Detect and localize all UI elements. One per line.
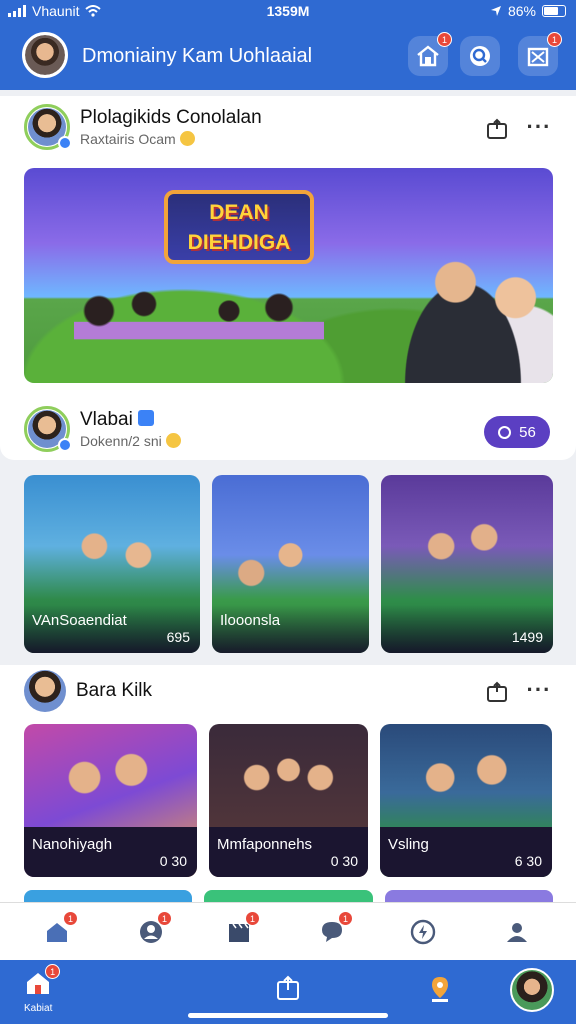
smiley-icon	[179, 131, 195, 146]
verified-icon	[137, 410, 154, 426]
smiley-icon	[165, 433, 181, 448]
status-right: 86%	[490, 3, 566, 19]
notification-badge: 1	[157, 911, 172, 926]
lightning-circle-icon	[410, 919, 436, 945]
sharer-meta: Dokenn/2 sni	[80, 433, 181, 449]
video-tile[interactable]: Nanohiyagh 0 30	[24, 724, 197, 877]
app-header: Vhaunit 1359M 86% Dmoniainy Kam Uohlaaia…	[0, 0, 576, 90]
post-banner-image[interactable]: DEAN DIEHDIGA	[24, 168, 553, 383]
post-meta: Raxtairis Ocam	[80, 131, 262, 147]
nav-groups[interactable]: 1	[134, 911, 172, 949]
location-arrow-icon	[490, 6, 501, 16]
more-options-icon[interactable]: ···	[526, 677, 552, 703]
bottom-action-bar: 1 1 1 1	[0, 902, 576, 960]
tab-account[interactable]	[510, 968, 554, 1012]
sharer-avatar[interactable]	[24, 406, 72, 452]
shared-by-row: Vlabai Dokenn/2 sni	[24, 406, 181, 452]
tab-location[interactable]	[426, 974, 454, 1004]
search-button[interactable]	[460, 36, 500, 76]
author-name[interactable]: Plolagikids Conolalan	[80, 107, 262, 129]
save-button[interactable]	[484, 116, 510, 142]
post-card: Bara Kilk ··· Nanohiyagh 0 30 Mmfaponneh…	[0, 665, 576, 902]
battery-icon	[542, 5, 566, 17]
tab-home-label: Kabiat	[24, 1003, 53, 1014]
battery-percent: 86%	[507, 3, 536, 19]
nav-activity[interactable]	[406, 915, 440, 949]
tile-count: 1499	[511, 629, 543, 645]
save-button[interactable]	[484, 679, 510, 705]
nav-videos[interactable]: 1	[222, 911, 260, 949]
tile-title: Mmfaponnehs	[217, 836, 313, 853]
bookmark-tray-icon	[487, 681, 507, 702]
banner-people	[403, 228, 553, 383]
bookmark-tray-icon	[487, 118, 507, 139]
author-avatar[interactable]	[24, 104, 72, 150]
home-indicator	[188, 1013, 388, 1018]
notification-badge: 1	[245, 911, 260, 926]
page-title: Dmoniainy Kam Uohlaaial	[82, 45, 313, 67]
sharer-subtitle: Dokenn/2 sni	[80, 433, 162, 449]
post-header: Bara Kilk	[24, 670, 152, 712]
tab-upload[interactable]	[274, 974, 302, 1002]
more-options-icon[interactable]: ···	[526, 114, 552, 140]
author-avatar[interactable]	[24, 670, 66, 712]
tile-count: 0 30	[159, 853, 187, 869]
sharer-block: Vlabai Dokenn/2 sni	[80, 409, 181, 449]
post-subtitle: Raxtairis Ocam	[80, 131, 176, 147]
notification-badge: 1	[45, 964, 61, 979]
notification-badge: 1	[547, 32, 562, 47]
post-card: Plolagikids Conolalan Raxtairis Ocam ···…	[0, 96, 576, 460]
share-box-icon	[527, 47, 549, 67]
house-icon	[417, 45, 439, 67]
tile-count: 6 30	[514, 853, 542, 869]
author-name[interactable]: Bara Kilk	[76, 680, 152, 702]
post-header: Plolagikids Conolalan Raxtairis Ocam	[24, 104, 262, 150]
video-tile[interactable]: 1499	[381, 475, 553, 653]
avatar-face	[25, 35, 65, 75]
profile-avatar[interactable]	[22, 32, 68, 78]
next-row-peek	[24, 890, 553, 902]
tab-home[interactable]: 1 Kabiat	[24, 964, 61, 1014]
nav-home[interactable]: 1	[40, 911, 78, 949]
sharer-name-text: Vlabai	[80, 409, 133, 430]
tile-title: Ilooonsla	[220, 612, 281, 629]
notification-badge: 1	[63, 911, 78, 926]
reaction-count: 56	[519, 423, 536, 441]
author-block: Plolagikids Conolalan Raxtairis Ocam	[80, 107, 262, 147]
tile-count: 0 30	[330, 853, 358, 869]
account-avatar	[510, 968, 554, 1012]
video-tile[interactable]: Ilooonsla	[212, 475, 369, 653]
status-bar: Vhaunit 1359M 86%	[0, 0, 576, 26]
notification-badge: 1	[437, 32, 452, 47]
upload-icon	[277, 975, 299, 1000]
banner-illustration	[74, 283, 324, 353]
tile-title: Nanohiyagh	[32, 836, 113, 853]
feed[interactable]: Plolagikids Conolalan Raxtairis Ocam ···…	[0, 90, 576, 902]
map-pin-icon	[432, 977, 448, 1002]
sharer-name[interactable]: Vlabai	[80, 409, 181, 431]
nav-messages[interactable]: 1	[315, 911, 353, 949]
notification-badge: 1	[338, 911, 353, 926]
tile-count: 695	[166, 629, 190, 645]
tile-title: VAnSoaendiat	[32, 612, 127, 629]
author-block: Bara Kilk	[76, 680, 152, 702]
search-icon	[470, 46, 490, 66]
video-tile[interactable]: VAnSoaendiat 695	[24, 475, 200, 653]
nav-profile[interactable]	[500, 915, 534, 949]
video-tile[interactable]: Mmfaponnehs 0 30	[209, 724, 368, 877]
home-button[interactable]: 1	[408, 32, 452, 76]
share-button[interactable]: 1	[518, 32, 562, 76]
tile-title: Vsling	[388, 836, 429, 853]
tab-home-icon-wrap: 1	[24, 964, 61, 1001]
person-icon	[507, 923, 527, 942]
banner-sign: DEAN DIEHDIGA	[164, 190, 314, 264]
circle-icon	[498, 425, 512, 439]
reaction-pill-button[interactable]: 56	[484, 416, 550, 448]
video-tile[interactable]: Vsling 6 30	[380, 724, 552, 877]
